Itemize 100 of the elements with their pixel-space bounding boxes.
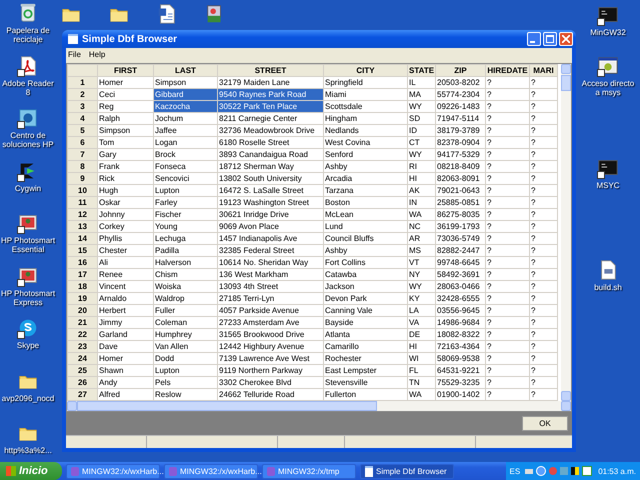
menu-item[interactable]: Help	[88, 50, 106, 58]
ok-button[interactable]: OK	[522, 416, 568, 431]
table-cell[interactable]: 32428-6555	[436, 292, 486, 304]
row-header[interactable]: 10	[68, 184, 98, 196]
table-cell[interactable]: Halverson	[154, 256, 218, 268]
table-cell[interactable]: Arcadia	[324, 172, 408, 184]
table-cell[interactable]: Frank	[98, 160, 154, 172]
table-cell[interactable]: Chism	[154, 268, 218, 280]
column-header[interactable]: STATE	[408, 64, 436, 76]
table-cell[interactable]: Camarillo	[324, 340, 408, 352]
table-cell[interactable]: ?	[486, 244, 530, 256]
column-header[interactable]: HIREDATE	[486, 64, 530, 76]
table-cell[interactable]: ?	[486, 88, 530, 100]
table-cell[interactable]: Arnaldo	[98, 292, 154, 304]
table-cell[interactable]: Fullerton	[324, 388, 408, 400]
table-cell[interactable]: ?	[486, 184, 530, 196]
table-cell[interactable]: Boston	[324, 196, 408, 208]
table-cell[interactable]: 16472 S. LaSalle Street	[218, 184, 324, 196]
table-cell[interactable]: Hugh	[98, 184, 154, 196]
table-cell[interactable]: Lund	[324, 220, 408, 232]
table-cell[interactable]: 24662 Telluride Road	[218, 388, 324, 400]
table-cell[interactable]: 36199-1793	[436, 220, 486, 232]
table-cell[interactable]: Fischer	[154, 208, 218, 220]
table-cell[interactable]: Padilla	[154, 244, 218, 256]
keyboard-icon[interactable]	[525, 468, 534, 474]
table-cell[interactable]: 32736 Meadowbrook Drive	[218, 124, 324, 136]
table-cell[interactable]: Shawn	[98, 364, 154, 376]
table-cell[interactable]: 01900-1402	[436, 388, 486, 400]
table-cell[interactable]: Fort Collins	[324, 256, 408, 268]
row-header[interactable]: 16	[68, 256, 98, 268]
maximize-button[interactable]	[543, 32, 557, 46]
desktop-icon-label[interactable]: HP Photosmart Express	[0, 288, 57, 306]
table-cell[interactable]: Renee	[98, 268, 154, 280]
desktop-icon-label[interactable]: http%3a%2...	[0, 446, 57, 455]
expand-tray-icon[interactable]	[536, 466, 546, 476]
table-cell[interactable]: Jimmy	[98, 316, 154, 328]
desktop-icon-label[interactable]: Acceso directo a msys	[581, 79, 635, 97]
desktop-icon-label[interactable]: Centro de soluciones HP	[0, 131, 57, 149]
table-cell[interactable]: Farley	[154, 196, 218, 208]
table-cell[interactable]: 71947-5114	[436, 112, 486, 124]
minimize-button[interactable]	[527, 32, 541, 46]
table-cell[interactable]: Fonseca	[154, 160, 218, 172]
desktop-icon-label[interactable]: Papelera de reciclaje	[0, 26, 57, 44]
table-cell[interactable]: 82063-8091	[436, 172, 486, 184]
table-cell[interactable]: ?	[486, 220, 530, 232]
table-cell[interactable]: ?	[486, 304, 530, 316]
row-header[interactable]: 13	[68, 220, 98, 232]
table-cell[interactable]: Corkey	[98, 220, 154, 232]
table-cell[interactable]: Lupton	[154, 364, 218, 376]
desktop-icon-label[interactable]: HP Photosmart Essential	[0, 236, 57, 254]
table-cell[interactable]: 99748-6645	[436, 256, 486, 268]
row-header[interactable]: 23	[68, 340, 98, 352]
table-cell[interactable]: 55774-2304	[436, 88, 486, 100]
desktop-icon-label[interactable]: MSYC	[581, 181, 635, 190]
table-cell[interactable]: Garland	[98, 328, 154, 340]
desktop-icon-label[interactable]: Cygwin	[0, 184, 57, 192]
table-cell[interactable]: 3893 Canandaigua Road	[218, 148, 324, 160]
desktop-icon-label[interactable]: Adobe Reader 8	[0, 78, 57, 96]
table-cell[interactable]: 27233 Amsterdam Ave	[218, 316, 324, 328]
table-cell[interactable]: Reslow	[154, 388, 218, 400]
row-header[interactable]: 21	[68, 316, 98, 328]
table-cell[interactable]: 13802 South University	[218, 172, 324, 184]
table-cell[interactable]: ?	[486, 328, 530, 340]
desktop-icon-label[interactable]: MinGW32	[581, 28, 635, 37]
row-header[interactable]: 5	[68, 124, 98, 136]
column-header[interactable]: LAST	[154, 64, 218, 76]
table-cell[interactable]: 75529-3235	[436, 376, 486, 388]
table-cell[interactable]: ?	[486, 256, 530, 268]
table-cell[interactable]: Herbert	[98, 304, 154, 316]
table-cell[interactable]: Canning Vale	[324, 304, 408, 316]
table-cell[interactable]: 18712 Sherman Way	[218, 160, 324, 172]
table-cell[interactable]: Coleman	[154, 316, 218, 328]
table-cell[interactable]: 3302 Cherokee Blvd	[218, 376, 324, 388]
row-header[interactable]: 9	[68, 172, 98, 184]
table-cell[interactable]: Reg	[98, 100, 154, 112]
table-cell[interactable]: East Lempster	[324, 364, 408, 376]
row-header[interactable]: 3	[68, 100, 98, 112]
row-header[interactable]: 18	[68, 280, 98, 292]
table-cell[interactable]: Woiska	[154, 280, 218, 292]
table-cell[interactable]: Andy	[98, 376, 154, 388]
table-cell[interactable]: 72163-4364	[436, 340, 486, 352]
table-cell[interactable]: ?	[486, 160, 530, 172]
table-cell[interactable]: Tom	[98, 136, 154, 148]
row-header[interactable]: 19	[68, 292, 98, 304]
table-cell[interactable]: Johnny	[98, 208, 154, 220]
table-cell[interactable]: Vincent	[98, 280, 154, 292]
table-cell[interactable]: ?	[486, 172, 530, 184]
table-cell[interactable]: Ashby	[324, 160, 408, 172]
table-cell[interactable]: Scottsdale	[324, 100, 408, 112]
table-cell[interactable]: Waldrop	[154, 292, 218, 304]
row-header[interactable]: 15	[68, 244, 98, 256]
vertical-scrollbar[interactable]	[561, 64, 571, 401]
table-cell[interactable]: Hingham	[324, 112, 408, 124]
table-cell[interactable]: Ali	[98, 256, 154, 268]
table-cell[interactable]: Devon Park	[324, 292, 408, 304]
table-cell[interactable]: 64531-9221	[436, 364, 486, 376]
table-cell[interactable]: Logan	[154, 136, 218, 148]
table-cell[interactable]: Tarzana	[324, 184, 408, 196]
table-cell[interactable]: 25885-0851	[436, 196, 486, 208]
table-cell[interactable]: 31565 Brookwood Drive	[218, 328, 324, 340]
